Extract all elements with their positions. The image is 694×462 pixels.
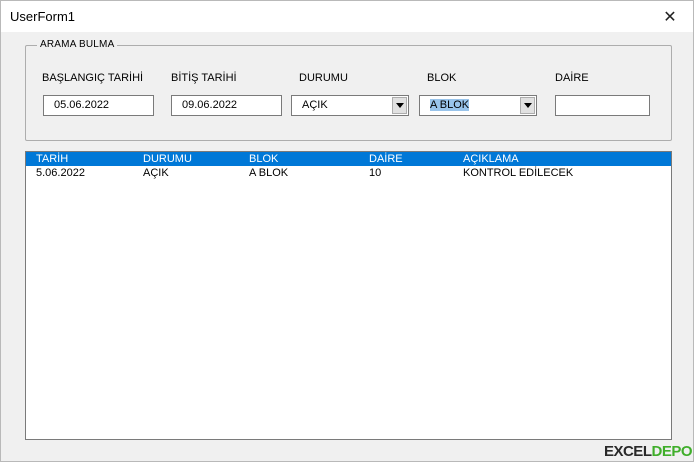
status-label: DURUMU xyxy=(299,72,348,84)
close-button[interactable]: ✕ xyxy=(647,1,693,32)
title-bar[interactable]: UserForm1 ✕ xyxy=(1,1,693,32)
chevron-down-icon xyxy=(523,103,532,108)
end-date-label: BİTİŞ TARİHİ xyxy=(171,72,237,84)
start-date-label: BAŞLANGIÇ TARİHİ xyxy=(42,72,144,84)
window-title: UserForm1 xyxy=(10,9,76,24)
groupbox-caption: ARAMA BULMA xyxy=(37,39,118,50)
watermark-depo: DEPO xyxy=(651,443,692,460)
block-label: BLOK xyxy=(427,72,457,84)
cell-date: 5.06.2022 xyxy=(36,167,85,179)
apartment-input[interactable] xyxy=(555,95,650,116)
column-header-apartment: DAİRE xyxy=(369,153,403,165)
status-dropdown-button[interactable] xyxy=(392,97,407,114)
chevron-down-icon xyxy=(395,103,404,108)
search-groupbox xyxy=(25,45,672,141)
list-header[interactable]: TARİH DURUMU BLOK DAİRE AÇIKLAMA xyxy=(26,152,671,166)
block-value: A BLOK xyxy=(430,99,470,111)
column-header-description: AÇIKLAMA xyxy=(463,153,519,165)
apartment-label: DAİRE xyxy=(555,72,589,84)
block-combobox[interactable]: A BLOK xyxy=(419,95,537,116)
watermark-excel: EXCEL xyxy=(603,443,652,460)
cell-status: AÇIK xyxy=(143,167,169,179)
close-icon: ✕ xyxy=(663,8,677,26)
start-date-input[interactable]: 05.06.2022 xyxy=(43,95,154,116)
status-value: AÇIK xyxy=(302,99,328,111)
status-combobox[interactable]: AÇIK xyxy=(291,95,409,116)
excel-depo-watermark: EXCELDEPO xyxy=(603,443,693,460)
cell-block: A BLOK xyxy=(249,167,289,179)
column-header-date: TARİH xyxy=(36,153,69,165)
block-dropdown-button[interactable] xyxy=(520,97,535,114)
cell-description: KONTROL EDİLECEK xyxy=(463,167,574,179)
column-header-block: BLOK xyxy=(249,153,279,165)
end-date-value: 09.06.2022 xyxy=(182,99,238,111)
end-date-input[interactable]: 09.06.2022 xyxy=(171,95,282,116)
start-date-value: 05.06.2022 xyxy=(54,99,110,111)
column-header-status: DURUMU xyxy=(143,153,192,165)
cell-apartment: 10 xyxy=(369,167,382,179)
results-listbox[interactable]: TARİH DURUMU BLOK DAİRE AÇIKLAMA 5.06.20… xyxy=(25,151,672,440)
table-row[interactable]: 5.06.2022 AÇIK A BLOK 10 KONTROL EDİLECE… xyxy=(26,166,671,180)
